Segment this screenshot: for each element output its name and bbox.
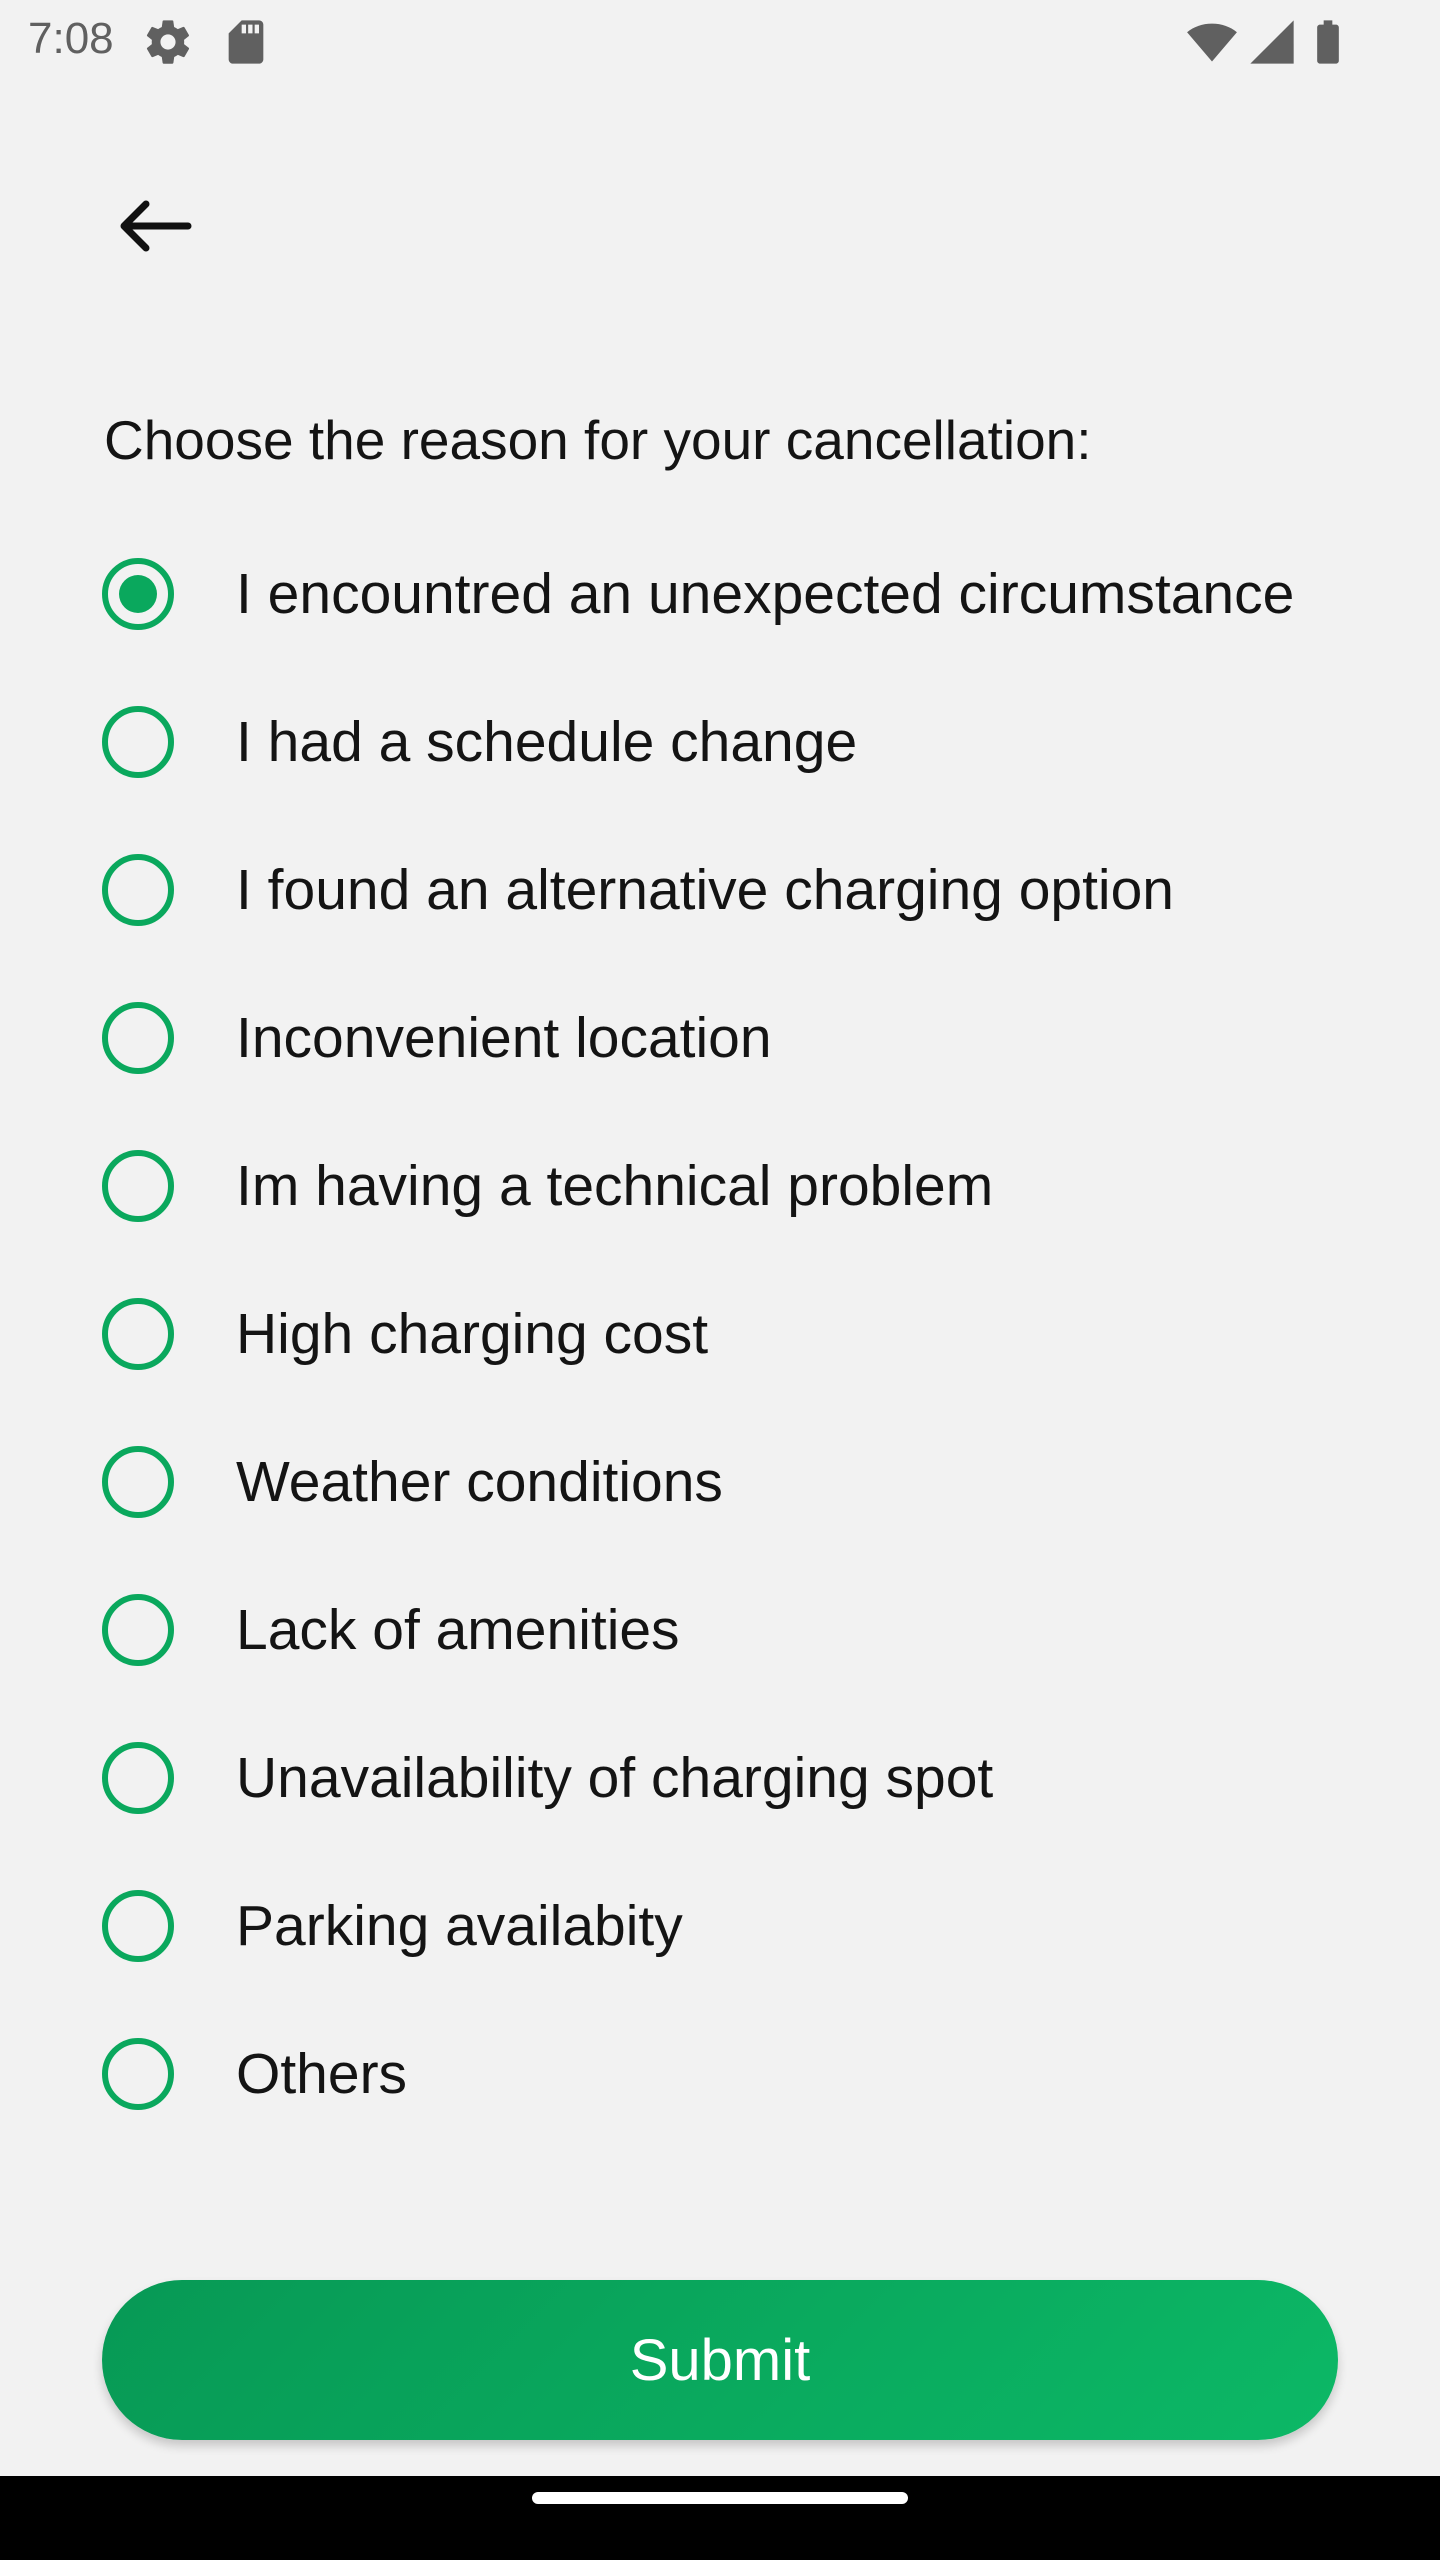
reason-option[interactable]: Parking availabity	[102, 1852, 1342, 2000]
radio-button[interactable]	[102, 1002, 174, 1074]
reason-option[interactable]: I had a schedule change	[102, 668, 1342, 816]
back-button[interactable]	[98, 170, 210, 282]
battery-icon	[1302, 16, 1354, 68]
reason-option-label: Others	[236, 2042, 408, 2106]
settings-icon	[142, 16, 194, 68]
reason-option[interactable]: High charging cost	[102, 1260, 1342, 1408]
status-bar: 7:08	[0, 0, 1440, 84]
reason-option-label: Inconvenient location	[236, 1006, 772, 1070]
cellular-signal-icon	[1246, 16, 1298, 68]
wifi-icon	[1186, 16, 1238, 68]
reason-option[interactable]: Lack of amenities	[102, 1556, 1342, 1704]
home-indicator[interactable]	[532, 2492, 908, 2504]
reason-option[interactable]: I encountred an unexpected circumstance	[102, 520, 1342, 668]
reason-option[interactable]: Unavailability of charging spot	[102, 1704, 1342, 1852]
cancellation-reason-screen: 7:08 Choose the reason for your cancella…	[0, 0, 1440, 2560]
reason-option-label: I had a schedule change	[236, 710, 858, 774]
radio-button[interactable]	[102, 854, 174, 926]
reason-option[interactable]: Im having a technical problem	[102, 1112, 1342, 1260]
reason-option[interactable]: Others	[102, 2000, 1342, 2148]
reason-option[interactable]: Weather conditions	[102, 1408, 1342, 1556]
page-title: Choose the reason for your cancellation:	[104, 409, 1092, 471]
status-time: 7:08	[28, 14, 114, 63]
reason-option[interactable]: I found an alternative charging option	[102, 816, 1342, 964]
radio-button[interactable]	[102, 1298, 174, 1370]
radio-button[interactable]	[102, 1446, 174, 1518]
radio-button[interactable]	[102, 1594, 174, 1666]
submit-button-label: Submit	[629, 2327, 811, 2393]
reason-option-label: Unavailability of charging spot	[236, 1746, 994, 1810]
reason-option-label: Weather conditions	[236, 1450, 723, 1514]
reason-option-label: Lack of amenities	[236, 1598, 680, 1662]
radio-button[interactable]	[102, 1742, 174, 1814]
reason-radio-group: I encountred an unexpected circumstance …	[102, 520, 1342, 2148]
reason-option[interactable]: Inconvenient location	[102, 964, 1342, 1112]
radio-button[interactable]	[102, 2038, 174, 2110]
radio-button[interactable]	[102, 1890, 174, 1962]
reason-option-label: Parking availabity	[236, 1894, 683, 1958]
reason-option-label: I encountred an unexpected circumstance	[236, 562, 1295, 626]
reason-option-label: High charging cost	[236, 1302, 709, 1366]
arrow-left-icon	[120, 200, 192, 252]
radio-button[interactable]	[102, 706, 174, 778]
submit-button[interactable]: Submit	[102, 2280, 1338, 2440]
sd-card-icon	[220, 16, 272, 68]
radio-button[interactable]	[102, 558, 174, 630]
radio-button[interactable]	[102, 1150, 174, 1222]
reason-option-label: Im having a technical problem	[236, 1154, 994, 1218]
reason-option-label: I found an alternative charging option	[236, 858, 1174, 922]
system-navigation-bar	[0, 2476, 1440, 2560]
